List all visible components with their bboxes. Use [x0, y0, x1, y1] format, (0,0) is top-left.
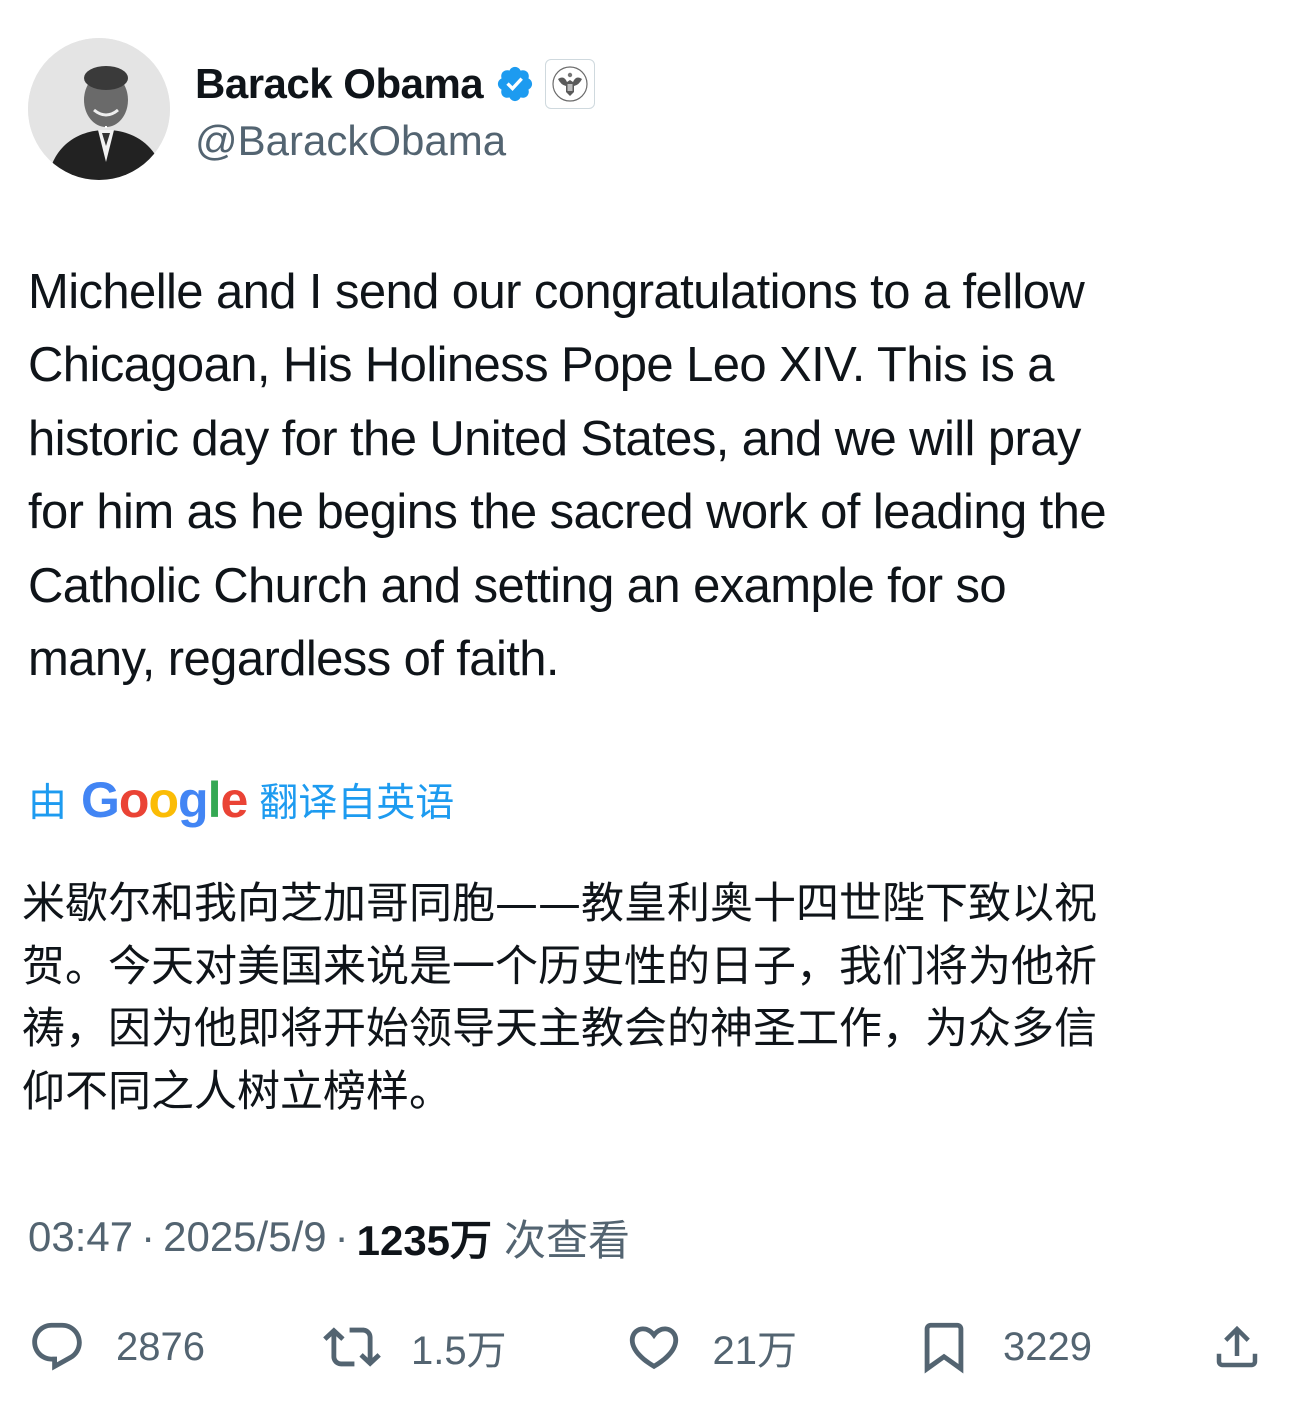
display-name[interactable]: Barack Obama [195, 60, 484, 108]
views-label: 次查看 [504, 1216, 631, 1264]
meta-separator: · [334, 1213, 349, 1260]
verified-badge-icon[interactable] [495, 64, 535, 104]
bookmark-count: 3229 [1003, 1324, 1092, 1369]
google-logo: Google [81, 771, 248, 829]
bookmark-button[interactable]: 3229 [915, 1318, 1092, 1376]
google-wordmark-letter: e [220, 772, 248, 828]
translated-text: 米歇尔和我向芝加哥同胞——教皇利奥十四世陛下致以祝 贺。今天对美国来说是一个历史… [22, 879, 1097, 1117]
google-wordmark: Google [81, 771, 248, 829]
like-button[interactable]: 21万 [625, 1318, 798, 1376]
heart-icon [625, 1318, 683, 1376]
retweet-icon [323, 1318, 381, 1376]
google-wordmark-letter: o [148, 772, 179, 828]
share-icon [1210, 1320, 1264, 1374]
google-wordmark-letter: g [178, 772, 209, 828]
tweet-date[interactable]: 2025/5/9 [163, 1213, 327, 1261]
meta-separator: · [141, 1213, 156, 1260]
tweet-meta: 03:47 · 2025/5/9 · 1235万 次查看 [28, 1207, 630, 1267]
translation-suffix: 翻译自英语 [259, 782, 455, 825]
bookmark-icon [915, 1318, 973, 1376]
google-wordmark-letter: o [118, 772, 150, 828]
retweet-count: 1.5万 [410, 1329, 507, 1373]
us-government-seal-icon[interactable] [545, 59, 596, 109]
avatar[interactable] [28, 38, 170, 180]
reply-count: 2876 [116, 1324, 205, 1369]
reply-button[interactable]: 2876 [28, 1318, 205, 1376]
retweet-button[interactable]: 1.5万 [323, 1318, 507, 1376]
action-bar: 2876 1.5万 21万 3229 [28, 1310, 1264, 1384]
tweet-time[interactable]: 03:47 [28, 1213, 133, 1261]
google-wordmark-letter: l [207, 772, 222, 828]
user-handle[interactable]: @BarackObama [195, 117, 595, 165]
avatar-image [28, 38, 170, 180]
views-count[interactable]: 1235万 [357, 1207, 492, 1268]
share-button[interactable] [1210, 1320, 1264, 1374]
tweet-header: Barack Obama @BarackObama [28, 38, 596, 180]
like-count: 21万 [712, 1329, 798, 1373]
tweet-text: Michelle and I send our congratulations … [28, 265, 1107, 687]
translation-attribution[interactable]: 由 Google 翻译自英语 [28, 770, 454, 830]
google-wordmark-letter: G [81, 772, 120, 828]
translation-prefix: 由 [28, 782, 68, 825]
reply-icon [28, 1318, 86, 1376]
